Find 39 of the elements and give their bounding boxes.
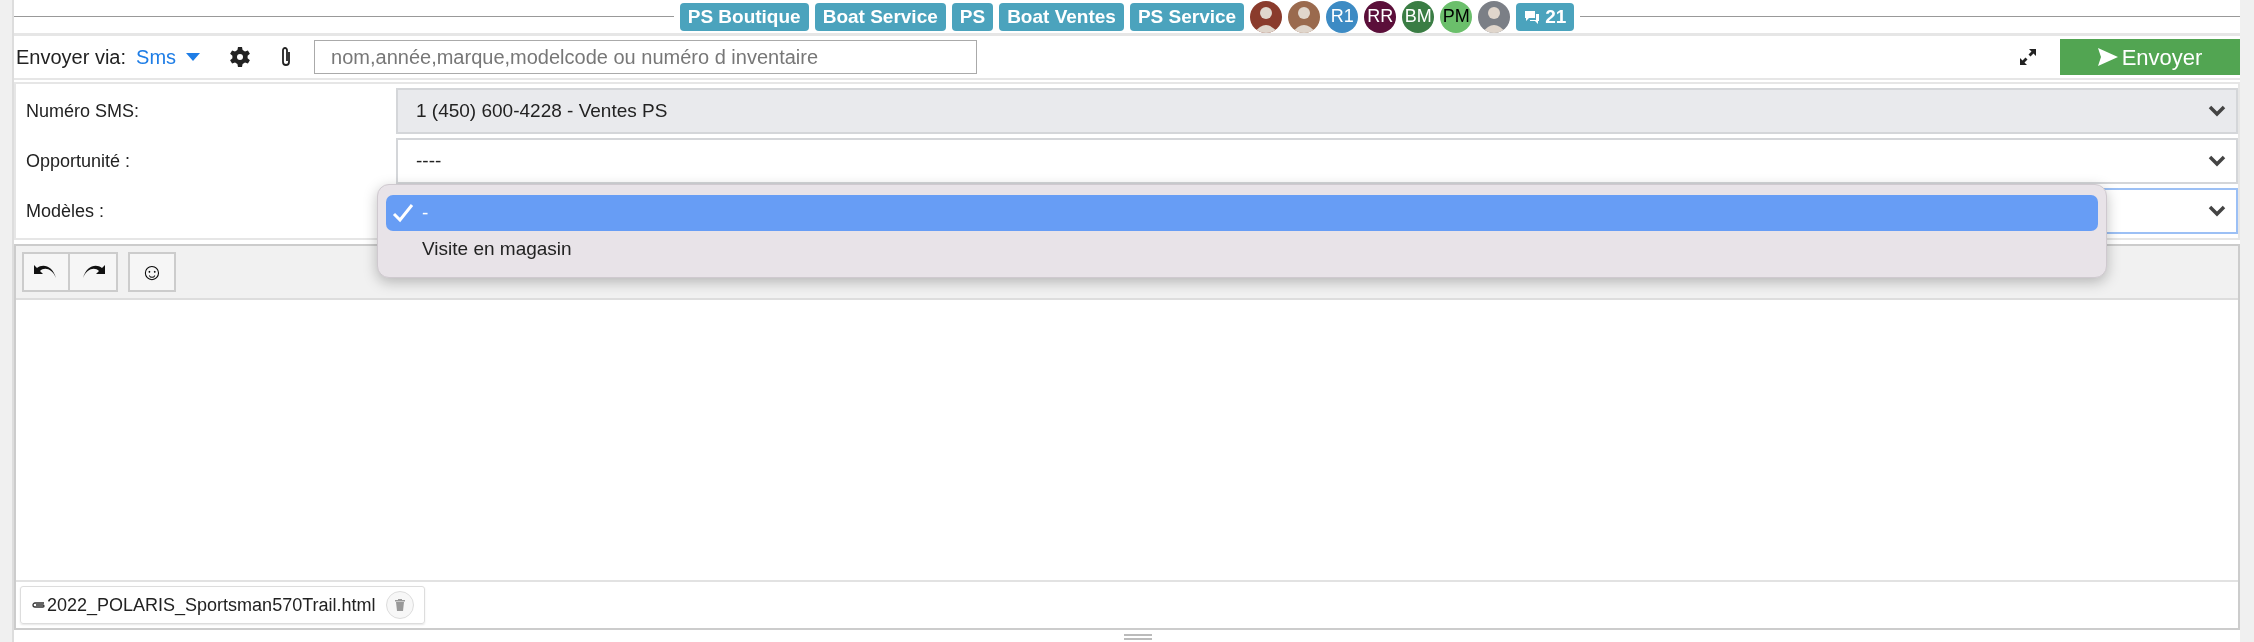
undo-button[interactable] — [22, 252, 70, 292]
avatar[interactable]: BM — [1402, 0, 1435, 33]
chevron-down-icon — [2208, 205, 2226, 217]
expand-icon[interactable] — [2018, 47, 2038, 67]
paperclip-icon — [31, 600, 45, 610]
attachment-name: 2022_POLARIS_Sportsman570Trail.html — [47, 593, 376, 618]
avatar[interactable]: PM — [1440, 0, 1473, 33]
via-label: Envoyer via: — [16, 45, 127, 70]
attachment-chip[interactable]: 2022_POLARIS_Sportsman570Trail.html — [20, 586, 425, 624]
avatar[interactable]: R1 — [1326, 0, 1359, 33]
avatar[interactable]: RR — [1364, 0, 1397, 33]
trash-icon — [394, 599, 405, 611]
caret-icon — [186, 53, 201, 61]
dropdown-option[interactable]: - — [386, 195, 2098, 231]
channel-tag[interactable]: PS — [951, 2, 994, 31]
paperclip-icon[interactable] — [280, 46, 293, 68]
send-icon — [2097, 48, 2118, 66]
select-field: 1 (450) 600-4228 - Ventes PS — [396, 88, 2238, 134]
field-label: Modèles : — [25, 199, 106, 223]
field-label: Numéro SMS: — [25, 99, 141, 123]
channel-dropdown[interactable]: Sms — [136, 42, 201, 72]
delete-button[interactable] — [385, 591, 414, 619]
channel-tag[interactable]: Boat Service — [814, 2, 946, 31]
chevron-down-icon — [2208, 155, 2226, 167]
settings-icon[interactable] — [230, 47, 251, 67]
field-label: Opportunité : — [25, 149, 132, 173]
emoji-button[interactable]: ☺ — [128, 252, 176, 292]
dropdown-option[interactable]: Visite en magasin — [386, 231, 2098, 267]
channel-tag[interactable]: PS Service — [1129, 2, 1245, 31]
channel-tag[interactable]: PS Boutique — [679, 2, 809, 31]
check-icon — [392, 203, 414, 223]
send-button[interactable]: Envoyer — [2060, 39, 2240, 75]
chat-count-badge[interactable]: 21 — [1516, 2, 1575, 31]
search-field[interactable]: nom,année,marque,modelcode ou numéro d inventaire — [314, 40, 978, 74]
resize-handle[interactable] — [1124, 634, 1152, 640]
channel-tag[interactable]: Boat Ventes — [999, 2, 1124, 31]
redo-button[interactable] — [70, 252, 118, 292]
select-field[interactable]: ---- — [396, 138, 2238, 184]
chevron-down-icon — [2208, 105, 2226, 117]
